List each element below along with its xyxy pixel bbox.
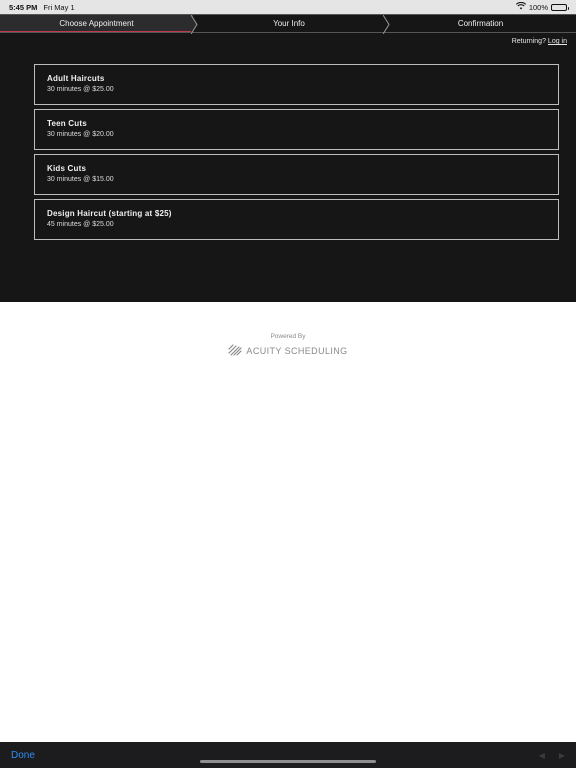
service-detail: 30 minutes @ $15.00 bbox=[47, 176, 114, 183]
service-name: Kids Cuts bbox=[47, 164, 87, 173]
powered-by-footer: Powered By ACUITY SCHEDULING bbox=[0, 333, 576, 361]
service-item-design-haircut[interactable]: Design Haircut (starting at $25) 45 minu… bbox=[34, 199, 559, 240]
service-detail: 45 minutes @ $25.00 bbox=[47, 221, 114, 228]
status-time: 5:45 PM bbox=[9, 2, 38, 12]
service-name: Design Haircut (starting at $25) bbox=[47, 209, 172, 218]
service-item-kids-cuts[interactable]: Kids Cuts 30 minutes @ $15.00 bbox=[34, 154, 559, 195]
booking-panel: Choose Appointment Your Info Confirmatio… bbox=[0, 14, 576, 302]
step-label: Choose Appointment bbox=[59, 18, 134, 28]
step-progress-bar: Choose Appointment Your Info Confirmatio… bbox=[0, 14, 576, 34]
step-confirmation[interactable]: Confirmation bbox=[385, 15, 576, 32]
status-right: 100% bbox=[515, 1, 569, 12]
battery-percent: 100% bbox=[528, 2, 548, 12]
step-label: Confirmation bbox=[457, 19, 504, 28]
status-bar: 5:45 PM Fri May 1 100% bbox=[0, 0, 576, 14]
step-your-info[interactable]: Your Info bbox=[193, 15, 385, 32]
home-indicator bbox=[200, 760, 376, 763]
service-list: Adult Haircuts 30 minutes @ $25.00 Teen … bbox=[34, 64, 559, 244]
done-button[interactable]: Done bbox=[11, 750, 35, 761]
step-choose-appointment[interactable]: Choose Appointment bbox=[0, 15, 193, 32]
service-item-adult-haircuts[interactable]: Adult Haircuts 30 minutes @ $25.00 bbox=[34, 64, 559, 105]
back-arrow-icon[interactable]: ◀ bbox=[539, 751, 545, 760]
acuity-logo-icon bbox=[228, 344, 243, 358]
nav-arrows: ◀ ▶ bbox=[539, 751, 565, 760]
service-name: Teen Cuts bbox=[47, 119, 87, 128]
forward-arrow-icon[interactable]: ▶ bbox=[559, 751, 565, 760]
returning-text: Returning? bbox=[511, 38, 546, 45]
powered-by-label: Powered By bbox=[270, 333, 306, 340]
battery-icon bbox=[551, 3, 569, 11]
service-detail: 30 minutes @ $20.00 bbox=[47, 131, 114, 138]
service-item-teen-cuts[interactable]: Teen Cuts 30 minutes @ $20.00 bbox=[34, 109, 559, 150]
status-date: Fri May 1 bbox=[43, 2, 75, 12]
returning-prompt: Returning? Log in bbox=[512, 38, 567, 45]
login-link[interactable]: Log in bbox=[548, 38, 567, 45]
bottom-toolbar: Done ◀ ▶ bbox=[0, 742, 576, 768]
step-label: Your Info bbox=[273, 19, 305, 28]
wifi-icon bbox=[515, 1, 526, 12]
acuity-brand-text: ACUITY SCHEDULING bbox=[246, 346, 348, 356]
service-detail: 30 minutes @ $25.00 bbox=[47, 86, 114, 93]
service-name: Adult Haircuts bbox=[47, 74, 105, 83]
acuity-logo-link[interactable]: ACUITY SCHEDULING bbox=[228, 344, 347, 358]
